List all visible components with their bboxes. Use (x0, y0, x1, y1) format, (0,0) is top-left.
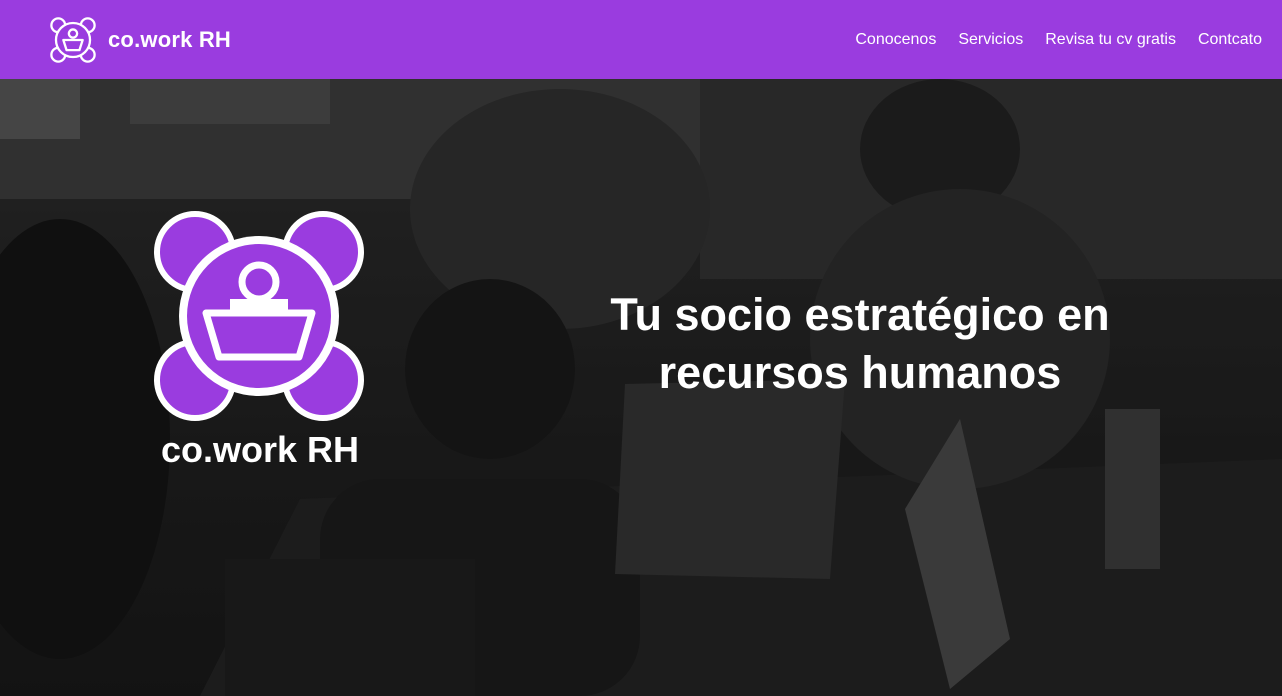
nav-link-revisa-cv[interactable]: Revisa tu cv gratis (1045, 31, 1176, 49)
brand-home-link[interactable]: co.work RH (50, 16, 232, 63)
brand-name: co.work RH (108, 26, 232, 52)
hero-headline-line-1: Tu socio estratégico en (610, 289, 1110, 340)
main-nav: Conocenos Servicios Revisa tu cv gratis … (833, 31, 1262, 49)
hero-section: co.work RH Tu socio estratégico en recur… (0, 79, 1282, 696)
top-navbar: co.work RH Conocenos Servicios Revisa tu… (0, 0, 1282, 79)
hero-logo-name: co.work RH (161, 429, 360, 470)
nav-link-contacto[interactable]: Contcato (1198, 31, 1262, 49)
cowork-logo-icon (50, 16, 96, 63)
hero-headline-line-2: recursos humanos (658, 347, 1062, 398)
nav-link-conocenos[interactable]: Conocenos (855, 31, 936, 49)
cowork-logo-icon (154, 211, 364, 421)
nav-link-servicios[interactable]: Servicios (958, 31, 1023, 49)
hero-headline: Tu socio estratégico en recursos humanos (560, 286, 1160, 402)
